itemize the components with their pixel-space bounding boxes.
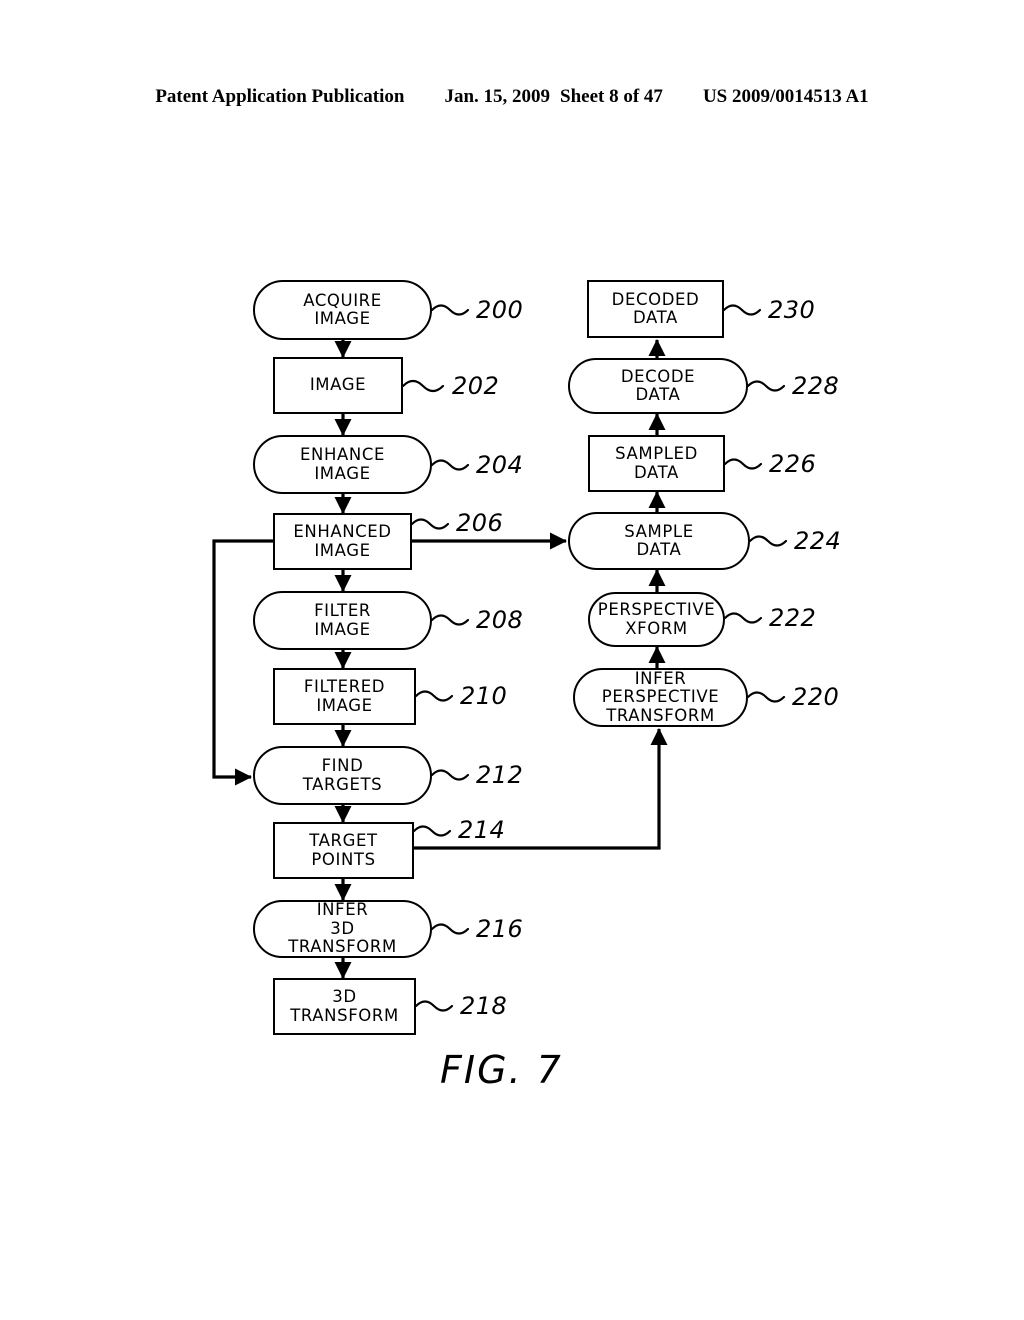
leader-220 bbox=[746, 691, 786, 703]
node-enhanced-image-line-2: IMAGE bbox=[314, 540, 371, 560]
edge-214-220 bbox=[414, 727, 668, 850]
node-image[interactable]: IMAGE bbox=[273, 357, 403, 414]
refnum-224: 224 bbox=[794, 527, 842, 555]
refnum-212: 212 bbox=[476, 761, 524, 789]
node-filtered-image-line-1: FILTERED bbox=[303, 677, 386, 697]
figure-7-flowchart: ACQUIRE IMAGE IMAGE ENHANCE IMAGE ENHANC… bbox=[0, 0, 1024, 1320]
leader-224 bbox=[748, 535, 788, 547]
leader-206 bbox=[410, 518, 450, 530]
node-sampled-data-line-1: SAMPLED bbox=[615, 444, 698, 464]
refnum-200: 200 bbox=[476, 296, 524, 324]
node-3d-transform[interactable]: 3D TRANSFORM bbox=[273, 978, 416, 1035]
refnum-230: 230 bbox=[768, 296, 816, 324]
node-acquire-image-line-1: ACQUIRE bbox=[303, 290, 382, 310]
node-infer-3d-transform[interactable]: INFER 3D TRANSFORM bbox=[253, 900, 432, 958]
refnum-214: 214 bbox=[458, 816, 506, 844]
node-filtered-image-line-2: IMAGE bbox=[316, 695, 373, 715]
leader-228 bbox=[746, 380, 786, 392]
node-infer-perspective-transform[interactable]: INFER PERSPECTIVE TRANSFORM bbox=[573, 668, 748, 727]
node-acquire-image-line-2: IMAGE bbox=[314, 309, 371, 328]
node-enhance-image[interactable]: ENHANCE IMAGE bbox=[253, 435, 432, 494]
node-enhance-image-line-1: ENHANCE bbox=[300, 445, 385, 465]
flowchart-connectors bbox=[212, 304, 788, 1012]
node-perspective-xform-line-1: PERSPECTIVE bbox=[597, 600, 716, 620]
refnum-218: 218 bbox=[460, 992, 508, 1020]
node-infer-perspective-transform-line-1: INFER bbox=[634, 668, 687, 688]
node-decode-data-line-2: DATA bbox=[635, 385, 681, 404]
refnum-228: 228 bbox=[792, 372, 840, 400]
node-3d-transform-line-2: TRANSFORM bbox=[290, 1005, 399, 1025]
node-find-targets[interactable]: FIND TARGETS bbox=[253, 746, 432, 805]
refnum-222: 222 bbox=[769, 604, 817, 632]
refnum-220: 220 bbox=[792, 683, 840, 711]
node-filter-image[interactable]: FILTER IMAGE bbox=[253, 591, 432, 650]
node-filter-image-line-1: FILTER bbox=[314, 601, 371, 621]
refnum-206: 206 bbox=[456, 509, 504, 537]
leader-208 bbox=[430, 614, 470, 626]
node-filter-image-line-2: IMAGE bbox=[314, 619, 371, 639]
leader-212 bbox=[430, 769, 470, 781]
node-perspective-xform-line-2: XFORM bbox=[625, 618, 688, 638]
refnum-202: 202 bbox=[452, 372, 500, 400]
node-image-line-1: IMAGE bbox=[309, 375, 367, 395]
node-sample-data-line-1: SAMPLE bbox=[624, 521, 694, 541]
node-find-targets-line-2: TARGETS bbox=[302, 774, 383, 794]
leader-216 bbox=[430, 923, 470, 935]
node-find-targets-line-1: FIND bbox=[321, 756, 364, 776]
node-sample-data-line-2: DATA bbox=[636, 540, 682, 559]
node-infer-3d-transform-line-2: 3D bbox=[330, 918, 355, 938]
node-sample-data[interactable]: SAMPLE DATA bbox=[568, 512, 750, 570]
leader-210 bbox=[414, 690, 454, 702]
refnum-204: 204 bbox=[476, 451, 524, 479]
node-filtered-image[interactable]: FILTERED IMAGE bbox=[273, 668, 416, 725]
leader-230 bbox=[722, 304, 762, 316]
node-decoded-data-line-1: DECODED bbox=[611, 289, 700, 309]
edge-206-212 bbox=[212, 539, 273, 786]
node-decoded-data[interactable]: DECODED DATA bbox=[587, 280, 724, 338]
node-sampled-data-line-2: DATA bbox=[634, 462, 679, 482]
leader-200 bbox=[430, 304, 470, 316]
node-target-points-line-2: POINTS bbox=[311, 849, 376, 869]
refnum-208: 208 bbox=[476, 606, 524, 634]
node-decode-data-line-1: DECODE bbox=[620, 366, 696, 386]
node-enhance-image-line-2: IMAGE bbox=[314, 463, 371, 483]
node-enhanced-image[interactable]: ENHANCED IMAGE bbox=[273, 513, 412, 570]
node-3d-transform-line-1: 3D bbox=[332, 987, 357, 1007]
node-target-points-line-1: TARGET bbox=[309, 831, 378, 851]
node-infer-3d-transform-line-1: INFER bbox=[316, 900, 369, 920]
refnum-210: 210 bbox=[460, 682, 508, 710]
refnum-226: 226 bbox=[769, 450, 817, 478]
node-infer-perspective-transform-line-2: PERSPECTIVE bbox=[601, 687, 720, 707]
node-decoded-data-line-2: DATA bbox=[633, 308, 678, 327]
node-sampled-data[interactable]: SAMPLED DATA bbox=[588, 435, 725, 492]
leader-222 bbox=[723, 612, 763, 624]
figure-caption: FIG. 7 bbox=[440, 1048, 563, 1092]
node-infer-perspective-transform-line-3: TRANSFORM bbox=[606, 705, 715, 725]
refnum-216: 216 bbox=[476, 915, 524, 943]
node-infer-3d-transform-line-3: TRANSFORM bbox=[288, 937, 397, 957]
leader-204 bbox=[430, 459, 470, 471]
node-enhanced-image-line-1: ENHANCED bbox=[293, 522, 392, 542]
node-target-points[interactable]: TARGET POINTS bbox=[273, 822, 414, 879]
node-decode-data[interactable]: DECODE DATA bbox=[568, 358, 748, 414]
leader-218 bbox=[414, 1000, 454, 1012]
node-perspective-xform[interactable]: PERSPECTIVE XFORM bbox=[588, 592, 725, 647]
node-acquire-image[interactable]: ACQUIRE IMAGE bbox=[253, 280, 432, 340]
leader-226 bbox=[723, 458, 763, 470]
leader-202 bbox=[401, 379, 445, 393]
leader-214 bbox=[412, 825, 452, 837]
